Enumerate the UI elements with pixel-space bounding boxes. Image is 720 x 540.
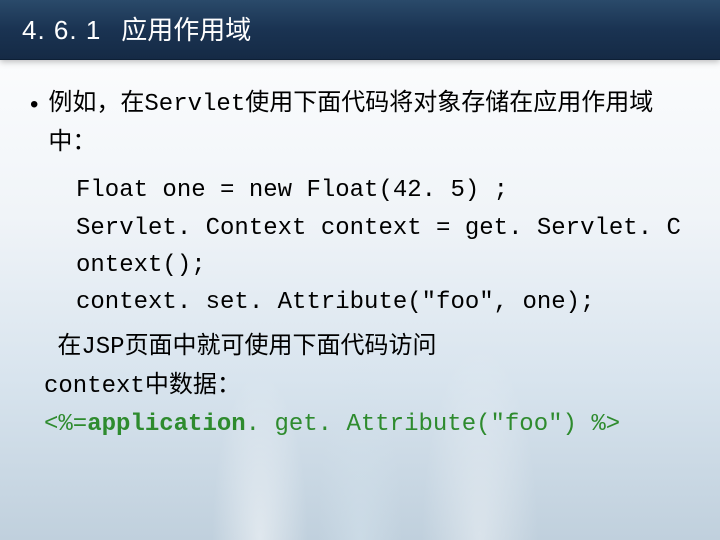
code-line-1: Float one = new Float(42. 5) ; xyxy=(44,172,690,209)
intro-text: 例如，在Servlet使用下面代码将对象存储在应用作用域中： xyxy=(48,84,690,160)
slide-title-bar: 4. 6. 1 应用作用域 xyxy=(0,0,720,60)
expr-rest: . get. Attribute("foo") %> xyxy=(246,411,620,438)
slide-content: • 例如，在Servlet使用下面代码将对象存储在应用作用域中： Float o… xyxy=(0,60,720,443)
code-block-1: Float one = new Float(42. 5) ; Servlet. … xyxy=(30,172,690,321)
intro-prefix: 例如，在 xyxy=(48,89,144,116)
p2-code2: context xyxy=(44,373,145,400)
jsp-expression: <%=application. get. Attribute("foo") %> xyxy=(44,406,690,443)
bullet-item: • 例如，在Servlet使用下面代码将对象存储在应用作用域中： xyxy=(30,84,690,160)
expr-open: <%= xyxy=(44,411,87,438)
code-line-3: context. set. Attribute("foo", one); xyxy=(44,284,690,321)
p2-suffix: 中数据： xyxy=(145,371,241,398)
paragraph-2: 在JSP页面中就可使用下面代码访问 context中数据： <%=applica… xyxy=(30,327,690,443)
p2-mid: 页面中就可使用下面代码访问 xyxy=(125,332,437,359)
access-text: 在JSP页面中就可使用下面代码访问 context中数据： xyxy=(44,327,690,405)
p2-code1: JSP xyxy=(81,334,124,361)
section-number: 4. 6. 1 xyxy=(22,15,101,46)
section-title: 应用作用域 xyxy=(121,10,251,47)
code-line-2: Servlet. Context context = get. Servlet.… xyxy=(44,210,690,284)
p2-prefix: 在 xyxy=(57,332,81,359)
intro-code: Servlet xyxy=(144,91,245,118)
expr-app: application xyxy=(87,411,245,438)
bullet-marker: • xyxy=(30,86,38,123)
